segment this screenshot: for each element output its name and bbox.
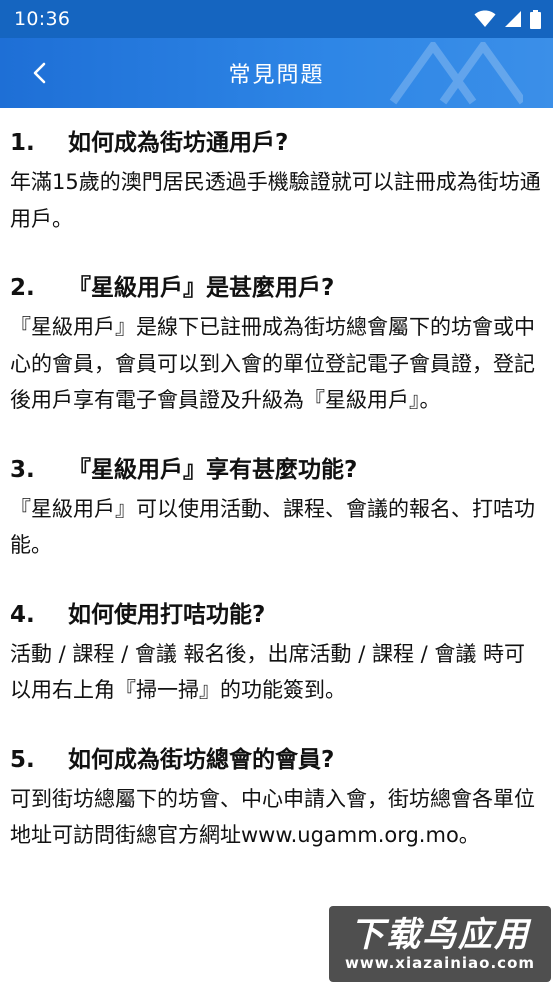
faq-list: 1. 如何成為街坊通用戶? 年滿15歲的澳門居民透過手機驗證就可以註冊成為街坊通… [10, 108, 543, 888]
faq-question-text: 『星級用戶』享有甚麼功能? [68, 456, 358, 483]
battery-icon [530, 9, 541, 29]
decorative-logo-icon [389, 42, 523, 105]
faq-question-text: 如何使用打咭功能? [68, 601, 266, 628]
faq-number: 1. [10, 130, 35, 156]
faq-question: 2. 『星級用戶』是甚麼用戶? [10, 271, 543, 305]
back-button[interactable] [22, 56, 56, 90]
faq-question: 1. 如何成為街坊通用戶? [10, 126, 543, 160]
faq-item: 2. 『星級用戶』是甚麼用戶? 『星級用戶』是線下已註冊成為街坊總會屬下的坊會或… [10, 271, 543, 419]
app-bar: 常見問題 [0, 38, 553, 108]
watermark: 下载鸟应用 www.xiazainiao.com [329, 906, 551, 982]
faq-answer: 可到街坊總屬下的坊會、中心申請入會，街坊總會各單位地址可訪問街總官方網址www.… [10, 786, 535, 848]
faq-item: 1. 如何成為街坊通用戶? 年滿15歲的澳門居民透過手機驗證就可以註冊成為街坊通… [10, 126, 543, 237]
faq-question: 3. 『星級用戶』享有甚麼功能? [10, 453, 543, 487]
faq-number: 2. [10, 275, 35, 301]
faq-answer: 活動 / 課程 / 會議 報名後，出席活動 / 課程 / 會議 時可以用右上角『… [10, 641, 526, 703]
status-icons [474, 9, 541, 29]
faq-item: 5. 如何成為街坊總會的會員? 可到街坊總屬下的坊會、中心申請入會，街坊總會各單… [10, 743, 543, 854]
signal-icon [505, 11, 521, 27]
faq-question-text: 如何成為街坊通用戶? [68, 130, 289, 156]
status-time: 10:36 [14, 8, 71, 30]
faq-question: 5. 如何成為街坊總會的會員? [10, 743, 543, 777]
faq-item: 4. 如何使用打咭功能? 活動 / 課程 / 會議 報名後，出席活動 / 課程 … [10, 598, 543, 709]
chevron-left-icon [33, 62, 46, 84]
faq-number: 3. [10, 456, 35, 483]
watermark-main: 下载鸟应用 [350, 915, 530, 955]
faq-item: 3. 『星級用戶』享有甚麼功能? 『星級用戶』可以使用活動、課程、會議的報名、打… [10, 453, 543, 564]
faq-answer: 年滿15歲的澳門居民透過手機驗證就可以註冊成為街坊通用戶。 [10, 170, 541, 231]
watermark-url: www.xiazainiao.com [344, 954, 536, 972]
status-bar: 10:36 [0, 0, 553, 38]
faq-answer: 『星級用戶』可以使用活動、課程、會議的報名、打咭功能。 [10, 496, 535, 558]
faq-question-text: 『星級用戶』是甚麼用戶? [68, 275, 335, 301]
wifi-icon [474, 10, 496, 27]
faq-number: 5. [10, 746, 35, 773]
faq-question-text: 如何成為街坊總會的會員? [68, 746, 335, 773]
faq-question: 4. 如何使用打咭功能? [10, 598, 543, 632]
faq-answer: 『星級用戶』是線下已註冊成為街坊總會屬下的坊會或中心的會員，會員可以到入會的單位… [10, 315, 535, 412]
faq-number: 4. [10, 601, 35, 628]
